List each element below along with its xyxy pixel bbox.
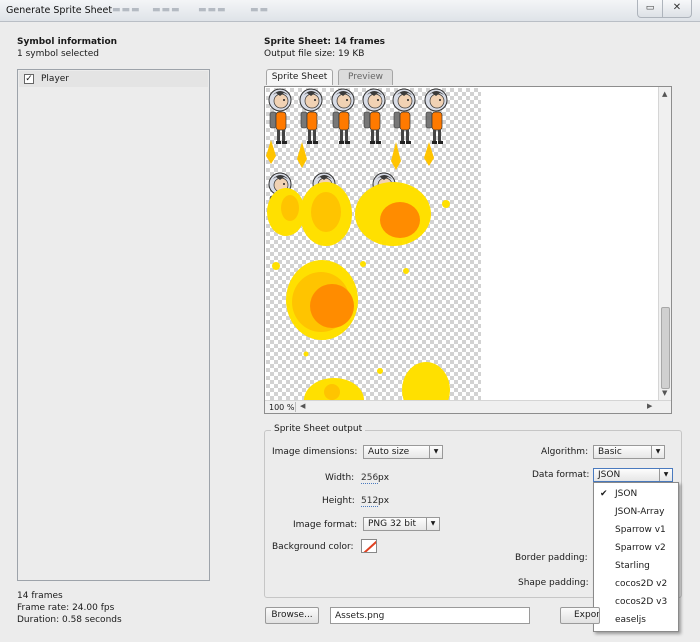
data-format-dropdown[interactable]: JSON ▼ (593, 468, 673, 482)
border-padding-label: Border padding: (515, 553, 588, 563)
explosion (380, 202, 420, 238)
output-file-size: Output file size: 19 KB (264, 49, 365, 59)
browse-button[interactable]: Browse... (265, 607, 319, 624)
divider (295, 402, 296, 412)
title-bar: Generate Sprite Sheet ▬▬▬ ▬▬▬ ▬▬▬ ▬▬ ▭ ✕ (0, 0, 700, 22)
image-dimensions-value: Auto size (368, 447, 410, 457)
spark (442, 200, 450, 208)
height-value[interactable]: 512 (361, 496, 379, 507)
no-color-icon (362, 540, 376, 552)
scroll-thumb[interactable] (661, 307, 670, 389)
zoom-level: 100 % (269, 403, 295, 412)
frame-rate: Frame rate: 24.00 fps (17, 603, 115, 613)
background-color-label: Background color: (272, 542, 354, 552)
scroll-down-icon[interactable]: ▼ (662, 389, 667, 397)
explosion (311, 192, 341, 232)
menu-item-easeljs[interactable]: easeljs (594, 611, 678, 629)
menu-item-label: cocos2D v3 (615, 597, 668, 607)
menu-item-sparrow-v1[interactable]: Sparrow v1 (594, 521, 678, 539)
window-title: Generate Sprite Sheet (6, 5, 113, 16)
menu-item-label: Starling (615, 561, 650, 571)
menu-item-label: JSON-Array (615, 507, 665, 517)
height-label: Height: (322, 496, 355, 506)
algorithm-label: Algorithm: (541, 447, 589, 457)
menu-item-cocos2d-v2[interactable]: cocos2D v2 (594, 575, 678, 593)
duration: Duration: 0.58 seconds (17, 615, 122, 625)
output-group-legend: Sprite Sheet output (271, 424, 366, 434)
maximize-button[interactable]: ▭ (637, 0, 663, 18)
height-unit: px (378, 496, 390, 506)
maximize-icon: ▭ (645, 3, 655, 13)
tab-preview[interactable]: Preview (338, 69, 393, 85)
menu-item-label: Sparrow v1 (615, 525, 666, 535)
export-button[interactable]: Export (560, 607, 600, 624)
scroll-up-icon[interactable]: ▲ (662, 90, 667, 98)
width-unit: px (378, 473, 390, 483)
close-button[interactable]: ✕ (662, 0, 692, 18)
algorithm-dropdown[interactable]: Basic ▼ (593, 445, 665, 459)
algorithm-value: Basic (598, 447, 622, 457)
checkmark-icon: ✔ (600, 489, 608, 499)
data-format-menu: ✔ JSON JSON-Array Sparrow v1 Sparrow v2 … (593, 482, 679, 632)
spark (360, 261, 366, 267)
background-menu-ghost: ▬▬ (250, 5, 270, 15)
image-format-dropdown[interactable]: PNG 32 bit ▼ (363, 517, 440, 531)
background-color-swatch[interactable] (361, 539, 377, 553)
width-label: Width: (325, 473, 355, 483)
menu-item-label: Sparrow v2 (615, 543, 666, 553)
explosion (324, 384, 340, 400)
menu-item-label: JSON (615, 489, 638, 499)
close-icon: ✕ (672, 2, 682, 13)
file-name-input[interactable] (330, 607, 530, 624)
scroll-right-icon[interactable]: ▶ (647, 402, 652, 410)
image-format-value: PNG 32 bit (368, 519, 417, 529)
spark (403, 268, 409, 274)
explosion (281, 195, 299, 221)
symbol-name: Player (41, 74, 70, 84)
menu-item-label: easeljs (615, 615, 646, 625)
horizontal-scrollbar[interactable]: 100 % ◀ ▶ (265, 400, 671, 413)
chevron-down-icon: ▼ (426, 518, 439, 530)
symbol-info-heading: Symbol information (17, 37, 118, 47)
sprite-sheet-heading: Sprite Sheet: 14 frames (264, 37, 386, 47)
sprite-sheet-canvas (266, 88, 481, 400)
chevron-down-icon: ▼ (651, 446, 664, 458)
background-menu-ghost: ▬▬▬ (152, 5, 181, 15)
menu-item-starling[interactable]: Starling (594, 557, 678, 575)
symbol-checkbox[interactable]: ✓ (24, 74, 34, 84)
background-menu-ghost: ▬▬▬ (112, 5, 141, 15)
chevron-down-icon: ▼ (659, 469, 672, 481)
menu-item-label: cocos2D v2 (615, 579, 668, 589)
menu-item-sparrow-v2[interactable]: Sparrow v2 (594, 539, 678, 557)
data-format-value: JSON (598, 470, 621, 480)
data-format-label: Data format: (532, 470, 590, 480)
image-format-label: Image format: (293, 520, 358, 530)
symbol-selected-count: 1 symbol selected (17, 49, 99, 59)
explosion (310, 284, 354, 328)
symbol-list-item[interactable]: ✓ Player (19, 71, 208, 87)
image-dimensions-dropdown[interactable]: Auto size ▼ (363, 445, 443, 459)
menu-item-json-array[interactable]: JSON-Array (594, 503, 678, 521)
shape-padding-label: Shape padding: (518, 578, 589, 588)
symbol-list: ✓ Player (17, 69, 210, 581)
image-dimensions-label: Image dimensions: (272, 447, 358, 457)
background-menu-ghost: ▬▬▬ (198, 5, 227, 15)
vertical-scrollbar[interactable]: ▲ ▼ (658, 87, 671, 400)
scroll-left-icon[interactable]: ◀ (300, 402, 305, 410)
chevron-down-icon: ▼ (429, 446, 442, 458)
menu-item-json[interactable]: ✔ JSON (594, 485, 678, 503)
tab-sprite-sheet[interactable]: Sprite Sheet (266, 69, 333, 85)
width-value[interactable]: 256 (361, 473, 379, 484)
menu-item-cocos2d-v3[interactable]: cocos2D v3 (594, 593, 678, 611)
spark (303, 351, 309, 357)
sprite-sheet-preview: ▲ ▼ 100 % ◀ ▶ (264, 86, 672, 414)
spark (272, 262, 280, 270)
frame-count: 14 frames (17, 591, 63, 601)
spark (377, 368, 383, 374)
